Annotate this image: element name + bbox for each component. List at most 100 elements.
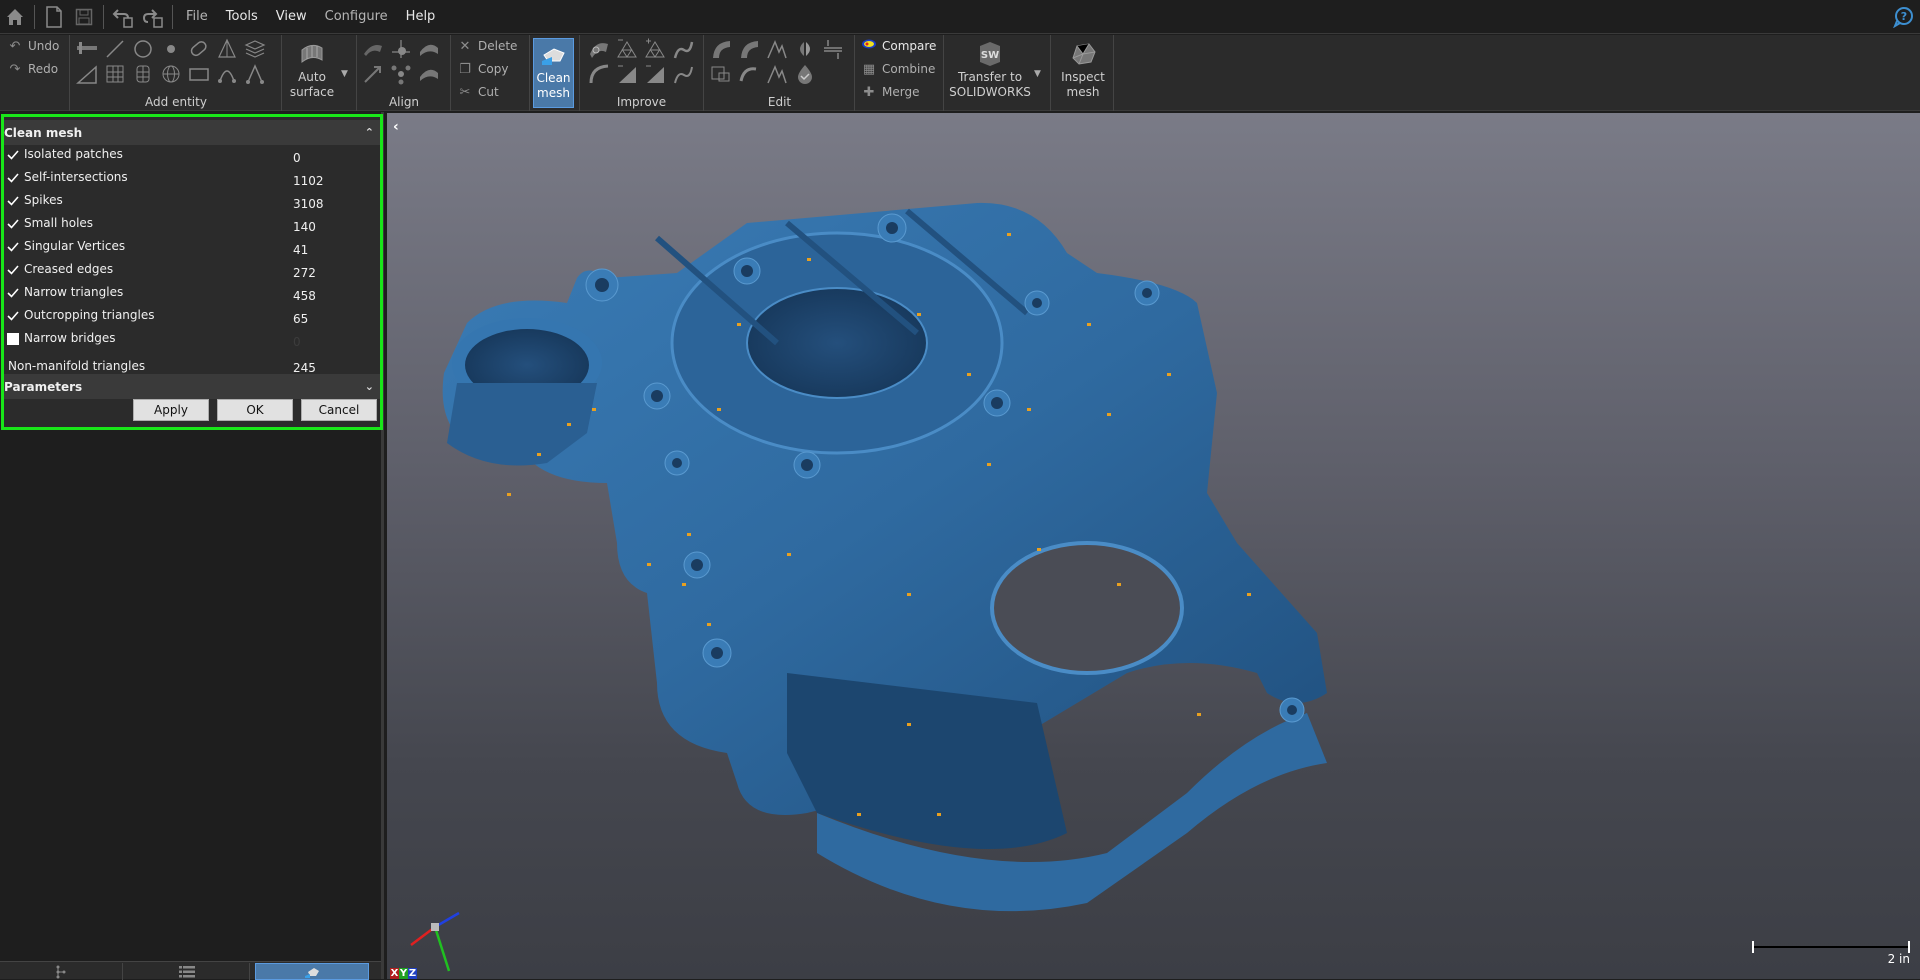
auto-surface-dropdown-icon[interactable]: ▼ — [341, 69, 348, 79]
undo-button[interactable]: ↶ Undo — [6, 36, 60, 56]
cut-button[interactable]: ✂ Cut — [456, 82, 499, 102]
sharpen-down-icon[interactable] — [614, 62, 640, 86]
offset-icon[interactable] — [736, 37, 762, 61]
defect-marker — [807, 258, 811, 261]
clean-mesh-label-1: Clean — [536, 71, 571, 85]
defect-checkbox[interactable] — [7, 310, 19, 322]
tree-tab[interactable] — [0, 963, 123, 980]
copy-button[interactable]: ❐ Copy — [456, 59, 508, 79]
check-mesh-icon[interactable] — [792, 62, 818, 86]
defect-label: Spikes — [24, 193, 63, 207]
align-global-icon[interactable] — [416, 62, 442, 86]
align-surface-icon[interactable] — [360, 37, 386, 61]
defect-checkbox[interactable] — [7, 287, 19, 299]
add-entity-group: Add entity — [71, 35, 282, 111]
plane-grid-icon[interactable] — [102, 62, 128, 86]
line-icon[interactable] — [102, 37, 128, 61]
deform-icon[interactable] — [736, 62, 762, 86]
clipboard-group: ✕ Delete ❐ Copy ✂ Cut — [452, 35, 530, 111]
layers-icon[interactable] — [242, 37, 268, 61]
copy-label: Copy — [478, 62, 509, 76]
new-file-icon[interactable] — [39, 0, 69, 34]
chevron-down-icon[interactable]: ⌄ — [365, 380, 374, 393]
defect-checkbox[interactable] — [7, 218, 19, 230]
combine-label: Combine — [882, 62, 936, 76]
slot-icon[interactable] — [186, 37, 212, 61]
smooth-icon[interactable] — [670, 37, 696, 61]
inspect-mesh-button[interactable]: Inspect mesh — [1056, 38, 1110, 108]
merge-button[interactable]: ✚ Merge — [860, 82, 920, 102]
clean-mesh-header[interactable]: Clean mesh ⌃ — [4, 120, 380, 145]
defect-checkbox[interactable] — [7, 172, 19, 184]
edit-boundary-icon[interactable] — [764, 37, 790, 61]
menu-tools[interactable]: Tools — [217, 9, 267, 24]
transfer-dropdown-icon[interactable]: ▼ — [1034, 69, 1041, 79]
thicken-icon[interactable] — [708, 37, 734, 61]
defect-checkbox[interactable] — [7, 333, 19, 345]
menu-help[interactable]: Help — [397, 9, 445, 24]
trim-icon[interactable] — [764, 62, 790, 86]
align-mesh-icon[interactable] — [416, 37, 442, 61]
parameters-header[interactable]: Parameters ⌄ — [4, 374, 380, 399]
improve-label: Improve — [616, 95, 667, 109]
redo-button[interactable]: ↷ Redo — [6, 59, 59, 79]
split-icon[interactable] — [820, 37, 846, 61]
caliper-icon[interactable] — [74, 37, 100, 61]
save-icon[interactable] — [69, 0, 99, 34]
ok-button[interactable]: OK — [217, 399, 293, 421]
undo-redo-group: ↶ Undo ↷ Redo — [0, 35, 70, 111]
redo-history-icon[interactable] — [138, 0, 168, 34]
clean-mesh-icon — [534, 39, 573, 71]
clean-mesh-button[interactable]: Clean mesh — [533, 38, 574, 108]
defect-checkbox[interactable] — [7, 264, 19, 276]
enhance-icon[interactable] — [670, 62, 696, 86]
transfer-to-solidworks-button[interactable]: SW Transfer to SOLIDWORKS — [949, 38, 1031, 108]
arc-icon[interactable] — [214, 62, 240, 86]
fill-hole-icon[interactable] — [586, 37, 612, 61]
mesh-model[interactable] — [387, 113, 1920, 979]
defect-checkbox[interactable] — [7, 195, 19, 207]
defect-count: 272 — [293, 266, 316, 280]
defect-row: Creased edges 272 — [4, 261, 380, 284]
defect-checkbox[interactable] — [7, 149, 19, 161]
menu-configure[interactable]: Configure — [316, 9, 397, 24]
defect-marker — [967, 373, 971, 376]
delete-button[interactable]: ✕ Delete — [456, 36, 518, 56]
defect-checkbox[interactable] — [7, 241, 19, 253]
defect-marker — [717, 408, 721, 411]
auto-surface-button[interactable]: Auto surface — [285, 38, 339, 108]
undo-history-icon[interactable] — [108, 0, 138, 34]
menu-view[interactable]: View — [267, 9, 316, 24]
help-chat-icon[interactable]: ? — [1892, 6, 1914, 29]
mirror-icon[interactable] — [792, 37, 818, 61]
align-vector-icon[interactable] — [360, 62, 386, 86]
cylinder-grid-icon[interactable] — [130, 62, 156, 86]
cancel-button[interactable]: Cancel — [301, 399, 377, 421]
combine-button[interactable]: ▦ Combine — [860, 59, 936, 79]
apply-button[interactable]: Apply — [133, 399, 209, 421]
sphere-icon[interactable] — [158, 37, 184, 61]
align-manual-icon[interactable] — [388, 37, 414, 61]
cone-icon[interactable] — [214, 37, 240, 61]
undo-icon: ↶ — [9, 38, 21, 54]
globe-icon[interactable] — [158, 62, 184, 86]
circle-icon[interactable] — [130, 37, 156, 61]
compare-button[interactable]: Compare — [860, 36, 936, 56]
align-points-icon[interactable] — [388, 62, 414, 86]
rectangle-icon[interactable] — [186, 62, 212, 86]
3d-viewport[interactable]: ‹ X Y Z 2 in — [387, 113, 1920, 979]
list-tab[interactable] — [124, 963, 250, 980]
polyline-icon[interactable] — [242, 62, 268, 86]
fillet-icon[interactable] — [586, 62, 612, 86]
tools-tab[interactable] — [255, 963, 369, 980]
angle-icon[interactable] — [74, 62, 100, 86]
defect-label: Outcropping triangles — [24, 308, 155, 322]
scale-icon[interactable] — [708, 62, 734, 86]
home-icon[interactable] — [0, 0, 30, 34]
sharpen-icon[interactable] — [642, 62, 668, 86]
decimate-icon[interactable] — [614, 37, 640, 61]
chevron-up-icon[interactable]: ⌃ — [365, 126, 374, 139]
subdivide-icon[interactable] — [642, 37, 668, 61]
menu-file[interactable]: File — [177, 9, 217, 24]
merge-icon: ✚ — [863, 84, 875, 100]
